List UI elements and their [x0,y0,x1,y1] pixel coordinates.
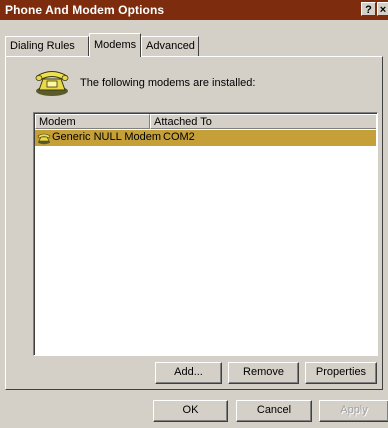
modem-icon [37,133,51,145]
modem-port: COM2 [163,131,195,143]
tab-advanced[interactable]: Advanced [141,36,199,56]
window-title: Phone And Modem Options [5,3,165,17]
properties-button[interactable]: Properties [305,362,377,384]
modem-name: Generic NULL Modem [52,131,162,143]
cancel-button[interactable]: Cancel [236,400,312,422]
modem-list[interactable]: Modem Attached To Generic NULL Modem COM… [33,112,378,356]
column-header-attached-to[interactable]: Attached To [150,114,376,129]
close-button[interactable]: × [377,2,388,16]
phone-and-modem-options-dialog: Phone And Modem Options ? × Dialing Rule… [0,0,388,428]
installed-modems-text: The following modems are installed: [80,77,256,89]
apply-button[interactable]: Apply [319,400,388,422]
tab-dialing-rules[interactable]: Dialing Rules [5,36,89,56]
list-item[interactable]: Generic NULL Modem COM2 [35,130,376,146]
title-bar: Phone And Modem Options [0,0,388,20]
list-header: Modem Attached To [35,114,376,129]
add-button[interactable]: Add... [155,362,222,384]
help-button[interactable]: ? [361,2,376,16]
remove-button[interactable]: Remove [228,362,299,384]
telephone-icon [35,71,69,96]
column-header-modem[interactable]: Modem [35,114,150,129]
ok-button[interactable]: OK [153,400,228,422]
tab-modems[interactable]: Modems [89,33,141,57]
modems-tab-panel: The following modems are installed: Mode… [5,56,383,390]
